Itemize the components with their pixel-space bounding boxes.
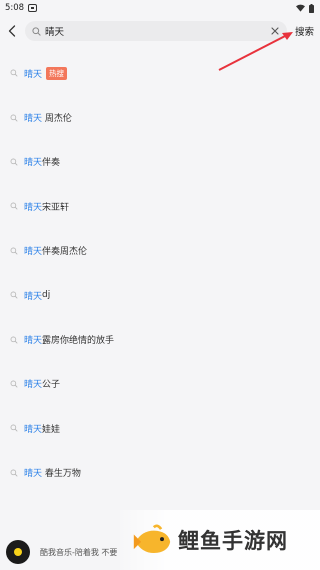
status-left: 5:08	[5, 3, 38, 13]
suggestion-suffix: dj	[42, 290, 51, 301]
clear-button[interactable]	[269, 25, 281, 37]
back-button[interactable]	[5, 21, 19, 41]
suggestion-text: 晴天 热搜	[24, 66, 68, 80]
suggestion-item[interactable]: 晴天 春生万物	[0, 451, 320, 495]
hot-badge: 热搜	[46, 66, 68, 80]
status-bar: 5:08	[0, 0, 320, 16]
suggestion-keyword: 晴天	[24, 291, 43, 302]
suggestion-suffix: 露房你绝情的放手	[42, 336, 115, 347]
suggestion-keyword: 晴天	[24, 114, 43, 125]
search-icon	[10, 114, 18, 122]
suggestion-suffix: 宋亚轩	[42, 202, 70, 213]
suggestion-suffix: 春生万物	[42, 469, 81, 480]
search-icon	[10, 247, 18, 255]
status-right	[296, 3, 314, 13]
suggestion-item[interactable]: 晴天 dj	[0, 273, 320, 317]
search-input[interactable]	[45, 25, 269, 37]
suggestion-suffix: 伴奏	[42, 158, 61, 169]
suggestion-item[interactable]: 晴天 娃娃	[0, 406, 320, 450]
search-icon	[10, 158, 18, 166]
suggestion-item[interactable]: 晴天 公子	[0, 362, 320, 406]
battery-icon	[309, 3, 314, 13]
suggestion-item[interactable]: 晴天 周杰伦	[0, 95, 320, 139]
search-icon	[10, 424, 18, 432]
search-box[interactable]	[25, 21, 287, 41]
back-arrow-icon	[8, 25, 16, 37]
album-disc-icon[interactable]	[6, 540, 30, 564]
search-icon	[32, 26, 41, 36]
watermark: 鲤鱼手游网	[120, 510, 320, 570]
suggestion-item[interactable]: 晴天 热搜	[0, 51, 320, 95]
suggestion-keyword: 晴天	[24, 247, 43, 258]
suggestion-keyword: 晴天	[24, 469, 43, 480]
suggestion-text: 晴天 公子	[24, 377, 60, 390]
suggestion-item[interactable]: 晴天 伴奏周杰伦	[0, 229, 320, 273]
search-icon	[10, 336, 18, 344]
suggestion-keyword: 晴天	[24, 380, 43, 391]
search-button[interactable]: 搜索	[292, 24, 314, 38]
suggestion-text: 晴天 娃娃	[24, 422, 60, 435]
now-playing-text[interactable]: 酷我音乐-陪着我 不要	[40, 547, 120, 558]
suggestion-keyword: 晴天	[24, 424, 43, 435]
disc-center	[14, 548, 22, 556]
suggestion-text: 晴天 宋亚轩	[24, 200, 69, 213]
search-icon	[10, 469, 18, 477]
watermark-text: 鲤鱼手游网	[178, 529, 288, 553]
status-time: 5:08	[5, 3, 25, 13]
suggestion-list: 晴天 热搜 晴天 周杰伦 晴天 伴奏 晴天 宋亚轩 晴天 伴奏周杰伦 晴天 dj 晴天 露房…	[0, 51, 320, 495]
suggestion-text: 晴天 周杰伦	[24, 111, 72, 124]
suggestion-suffix: 娃娃	[42, 424, 61, 435]
suggestion-keyword: 晴天	[24, 69, 43, 80]
suggestion-item[interactable]: 晴天 露房你绝情的放手	[0, 317, 320, 361]
suggestion-keyword: 晴天	[24, 158, 43, 169]
wifi-icon	[296, 4, 305, 12]
fish-logo-icon	[133, 524, 171, 553]
search-row: 搜索	[0, 17, 320, 45]
suggestion-suffix: 周杰伦	[42, 114, 72, 125]
suggestion-keyword: 晴天	[24, 336, 43, 347]
suggestion-text: 晴天 露房你绝情的放手	[24, 333, 114, 346]
suggestion-text: 晴天 伴奏	[24, 155, 60, 168]
search-icon	[10, 69, 18, 77]
suggestion-keyword: 晴天	[24, 202, 43, 213]
suggestion-text: 晴天 伴奏周杰伦	[24, 244, 87, 257]
search-icon	[10, 380, 18, 388]
search-icon	[10, 202, 18, 210]
suggestion-text: 晴天 春生万物	[24, 466, 81, 479]
search-icon	[10, 291, 18, 299]
suggestion-item[interactable]: 晴天 宋亚轩	[0, 184, 320, 228]
close-icon	[271, 27, 279, 35]
suggestion-suffix: 公子	[42, 380, 61, 391]
notification-icon	[28, 4, 38, 12]
suggestion-text: 晴天 dj	[24, 289, 50, 302]
suggestion-suffix: 伴奏周杰伦	[42, 247, 88, 258]
suggestion-item[interactable]: 晴天 伴奏	[0, 140, 320, 184]
